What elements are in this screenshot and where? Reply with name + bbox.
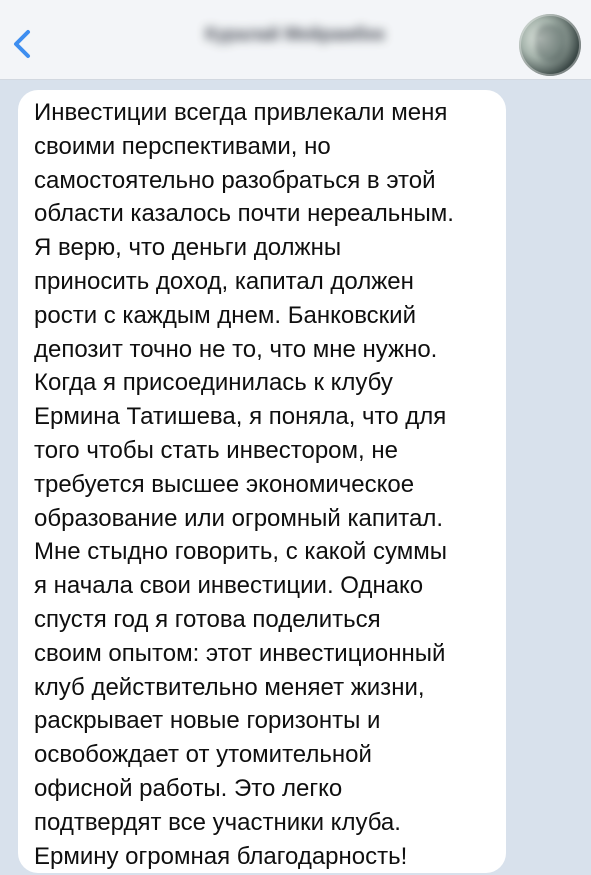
chat-header: Куралай Мейрамбек xyxy=(0,0,591,80)
back-button[interactable] xyxy=(6,24,38,64)
avatar[interactable] xyxy=(519,14,581,76)
chevron-left-icon xyxy=(14,30,30,58)
message-text: Инвестиции всегда привлекали меня своими… xyxy=(34,99,454,870)
contact-name[interactable]: Куралай Мейрамбек xyxy=(160,24,430,45)
message-bubble[interactable]: Инвестиции всегда привлекали меня своими… xyxy=(18,90,506,873)
